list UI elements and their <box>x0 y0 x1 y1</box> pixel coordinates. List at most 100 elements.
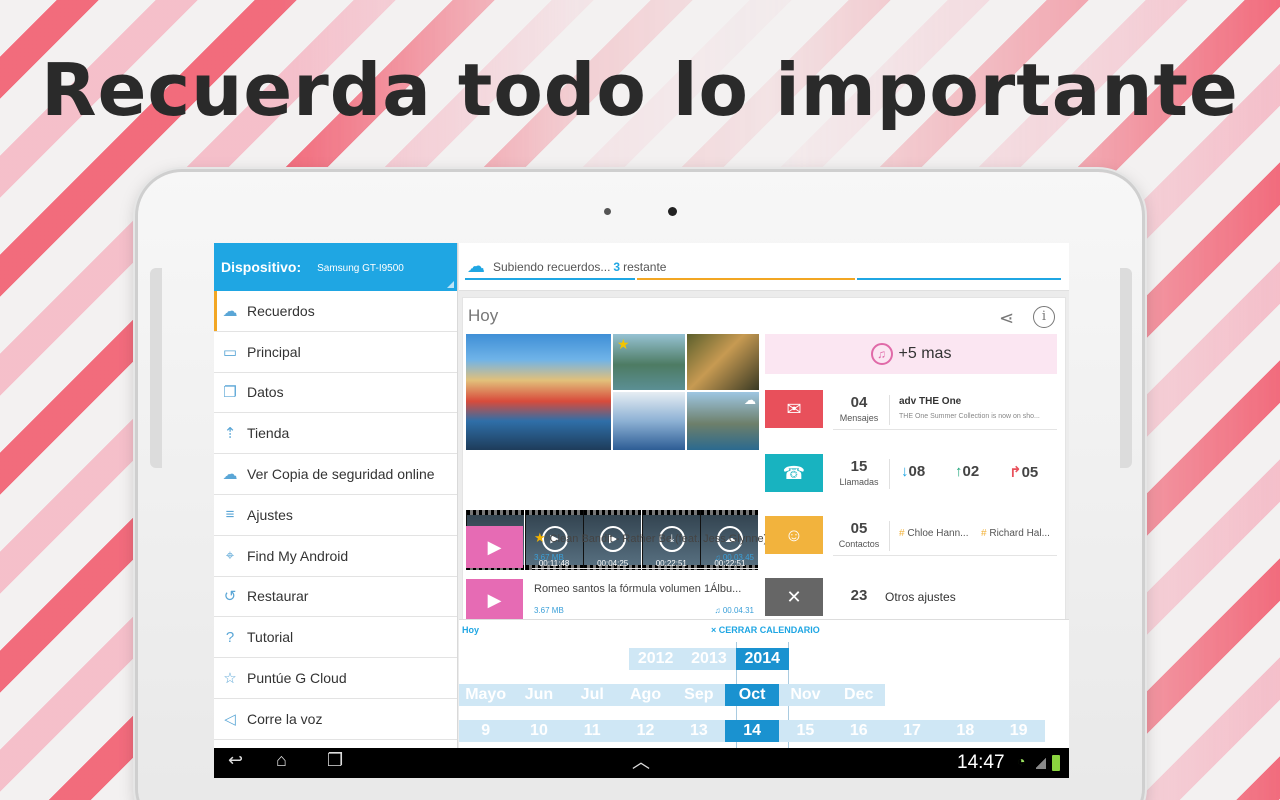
calendar-month[interactable]: Jul <box>565 684 619 706</box>
contacts-row[interactable]: ☺ 05 Contactos # Chloe Hann... # Richard… <box>765 516 1057 560</box>
sidebar-item[interactable]: ☁ Ver Copia de seguridad online <box>214 454 457 495</box>
play-button[interactable]: ▶ <box>466 579 523 621</box>
photo-thumbnail[interactable]: ☁ <box>687 392 759 450</box>
message-sender: adv THE One <box>899 396 962 407</box>
track-duration: 00.04.31 <box>722 606 754 615</box>
today-card: Hoy ⋖ i ★ ☁ ▶00:04:32▶00:11:48▶00:04:25⤓… <box>462 297 1066 627</box>
calendar-month[interactable]: Nov <box>778 684 833 706</box>
calendar-day[interactable]: 11 <box>565 720 619 742</box>
sidebar-item[interactable]: ☁ Recuerdos <box>214 291 457 332</box>
missed-calls: ↱05 <box>1009 463 1038 481</box>
track-duration-row: ♫ 00.04.31 <box>715 606 754 615</box>
upload-text: Subiendo recuerdos... <box>493 259 611 274</box>
photo-thumbnail[interactable] <box>687 334 759 390</box>
sidebar-item[interactable]: ⇡ Tienda <box>214 413 457 455</box>
calendar-day[interactable]: 12 <box>618 720 673 742</box>
photo-thumbnail[interactable] <box>613 392 685 450</box>
sidebar-item[interactable]: ❐ Datos <box>214 373 457 414</box>
day-row: 9 10 11 12 13 14 15 16 17 18 19 <box>459 720 1046 742</box>
audio-track[interactable]: ▶ ★ Clean Bandit - Rather Be (feat. Jess … <box>466 526 767 574</box>
settings-label: Otros ajustes <box>885 590 956 604</box>
recent-apps-icon[interactable]: ❐ <box>327 750 343 771</box>
calendar-day[interactable]: 10 <box>512 720 566 742</box>
card-title: Hoy <box>468 306 499 325</box>
star-icon: ★ <box>617 336 630 352</box>
calendar-day[interactable]: 19 <box>991 720 1046 742</box>
upload-count: 3 <box>613 259 621 274</box>
photo-thumbnail[interactable] <box>466 334 611 450</box>
star-icon: ☆ <box>223 670 237 688</box>
sidebar-item[interactable]: ↺ Restaurar <box>214 577 457 618</box>
contacts-count: 05 <box>850 520 868 537</box>
calendar-year[interactable]: 2012 <box>629 648 683 670</box>
calendar-day[interactable]: 17 <box>885 720 939 742</box>
headline: Recuerda todo lo importante <box>41 48 1239 132</box>
contact-icon: ☺ <box>765 516 823 554</box>
calendar-year[interactable]: 2014 <box>735 648 789 670</box>
track-duration-row: ♫ 00.03.45 <box>715 553 754 562</box>
photo-thumbnail[interactable]: ★ <box>613 334 685 390</box>
calendar-day[interactable]: 15 <box>778 720 833 742</box>
sidebar-item-label: Ajustes <box>247 506 293 523</box>
sidebar-item-label: Ver Copia de seguridad online <box>247 466 435 483</box>
messages-row[interactable]: ✉ 04 Mensajes adv THE One THE One Summer… <box>765 390 1057 434</box>
sidebar-item[interactable]: ◁ Corre la voz <box>214 699 457 740</box>
sidebar-item[interactable]: ? Tutorial <box>214 617 457 659</box>
calendar-month[interactable]: Dec <box>832 684 886 706</box>
sidebar-item-label: Tienda <box>247 425 290 442</box>
contact-name-text: Chloe Hann... <box>907 528 969 539</box>
device-label: Dispositivo: <box>221 259 302 275</box>
play-button[interactable]: ▶ <box>466 526 523 568</box>
sidebar-item[interactable]: ☆ Puntúe G Cloud <box>214 658 457 699</box>
battery-icon <box>1052 755 1060 771</box>
back-icon[interactable]: ↩ <box>228 750 243 771</box>
divider <box>833 555 1057 556</box>
message-preview: THE One Summer Collection is now on sho.… <box>899 413 1040 420</box>
info-icon[interactable]: i <box>1033 306 1055 328</box>
calendar-month[interactable]: Oct <box>725 684 779 706</box>
calendar-today-link[interactable]: Hoy <box>462 625 479 635</box>
calendar-day[interactable]: 18 <box>938 720 992 742</box>
chevron-up-icon[interactable]: ︿ <box>632 748 650 774</box>
calendar-day[interactable]: 9 <box>459 720 513 742</box>
tablet-side-button <box>150 268 162 468</box>
clock: 14:47 <box>957 752 1005 773</box>
sidebar-item[interactable]: ⌖ Find My Android <box>214 536 457 577</box>
missed-arrow-icon: ↱ <box>1009 464 1022 481</box>
music-note-icon: ♫ <box>714 606 721 615</box>
home-icon[interactable]: ⌂ <box>276 750 287 771</box>
device-selector[interactable]: Dispositivo: Samsung GT-I9500 <box>214 243 457 291</box>
dropdown-corner-icon <box>447 281 454 288</box>
calendar-month[interactable]: Sep <box>672 684 726 706</box>
tools-icon: ✕ <box>765 578 823 616</box>
music-note-icon: ♫ <box>870 343 893 365</box>
share-icon[interactable]: ⋖ <box>999 308 1014 329</box>
calendar-month[interactable]: Mayo <box>459 684 513 706</box>
calendar-day[interactable]: 14 <box>725 720 779 742</box>
calendar-month[interactable]: Ago <box>618 684 673 706</box>
outgoing-calls: ↑02 <box>955 463 979 480</box>
calendar-year[interactable]: 2013 <box>682 648 736 670</box>
month-row: Mayo Jun Jul Ago Sep Oct Nov Dec <box>459 684 886 706</box>
close-calendar-button[interactable]: × CERRAR CALENDARIO <box>711 625 820 635</box>
calendar-month[interactable]: Jun <box>512 684 566 706</box>
calls-count: 15 <box>850 458 868 475</box>
missed-count: 05 <box>1021 464 1039 481</box>
settings-row[interactable]: ✕ 23 Otros ajustes <box>765 578 1057 622</box>
calendar-day[interactable]: 13 <box>672 720 726 742</box>
sidebar-item[interactable]: ▭ Principal <box>214 332 457 373</box>
nav-list: ☁ Recuerdos ▭ Principal ❐ Datos ⇡ Tienda ☁ Ver Co… <box>214 291 457 740</box>
incoming-count: 08 <box>908 463 926 480</box>
track-title-row: ★ Clean Bandit - Rather Be (feat. Jess Gl… <box>534 530 767 546</box>
more-items-button[interactable]: ♫ +5 mas <box>765 334 1057 374</box>
calendar-day[interactable]: 16 <box>832 720 886 742</box>
map-icon: ⌖ <box>225 547 235 565</box>
contact-name-text: Richard Hal... <box>989 528 1050 539</box>
sidebar-item[interactable]: ≡ Ajustes <box>214 495 457 536</box>
divider <box>889 395 890 425</box>
upload-status-bar: ☁ Subiendo recuerdos... 3 restante <box>459 243 1069 291</box>
outgoing-arrow-icon: ↑ <box>955 463 963 480</box>
signal-icon <box>1036 757 1046 769</box>
megaphone-icon: ◁ <box>224 710 236 728</box>
calls-row[interactable]: ☎ 15 Llamadas ↓08 ↑02 ↱05 <box>765 454 1057 498</box>
